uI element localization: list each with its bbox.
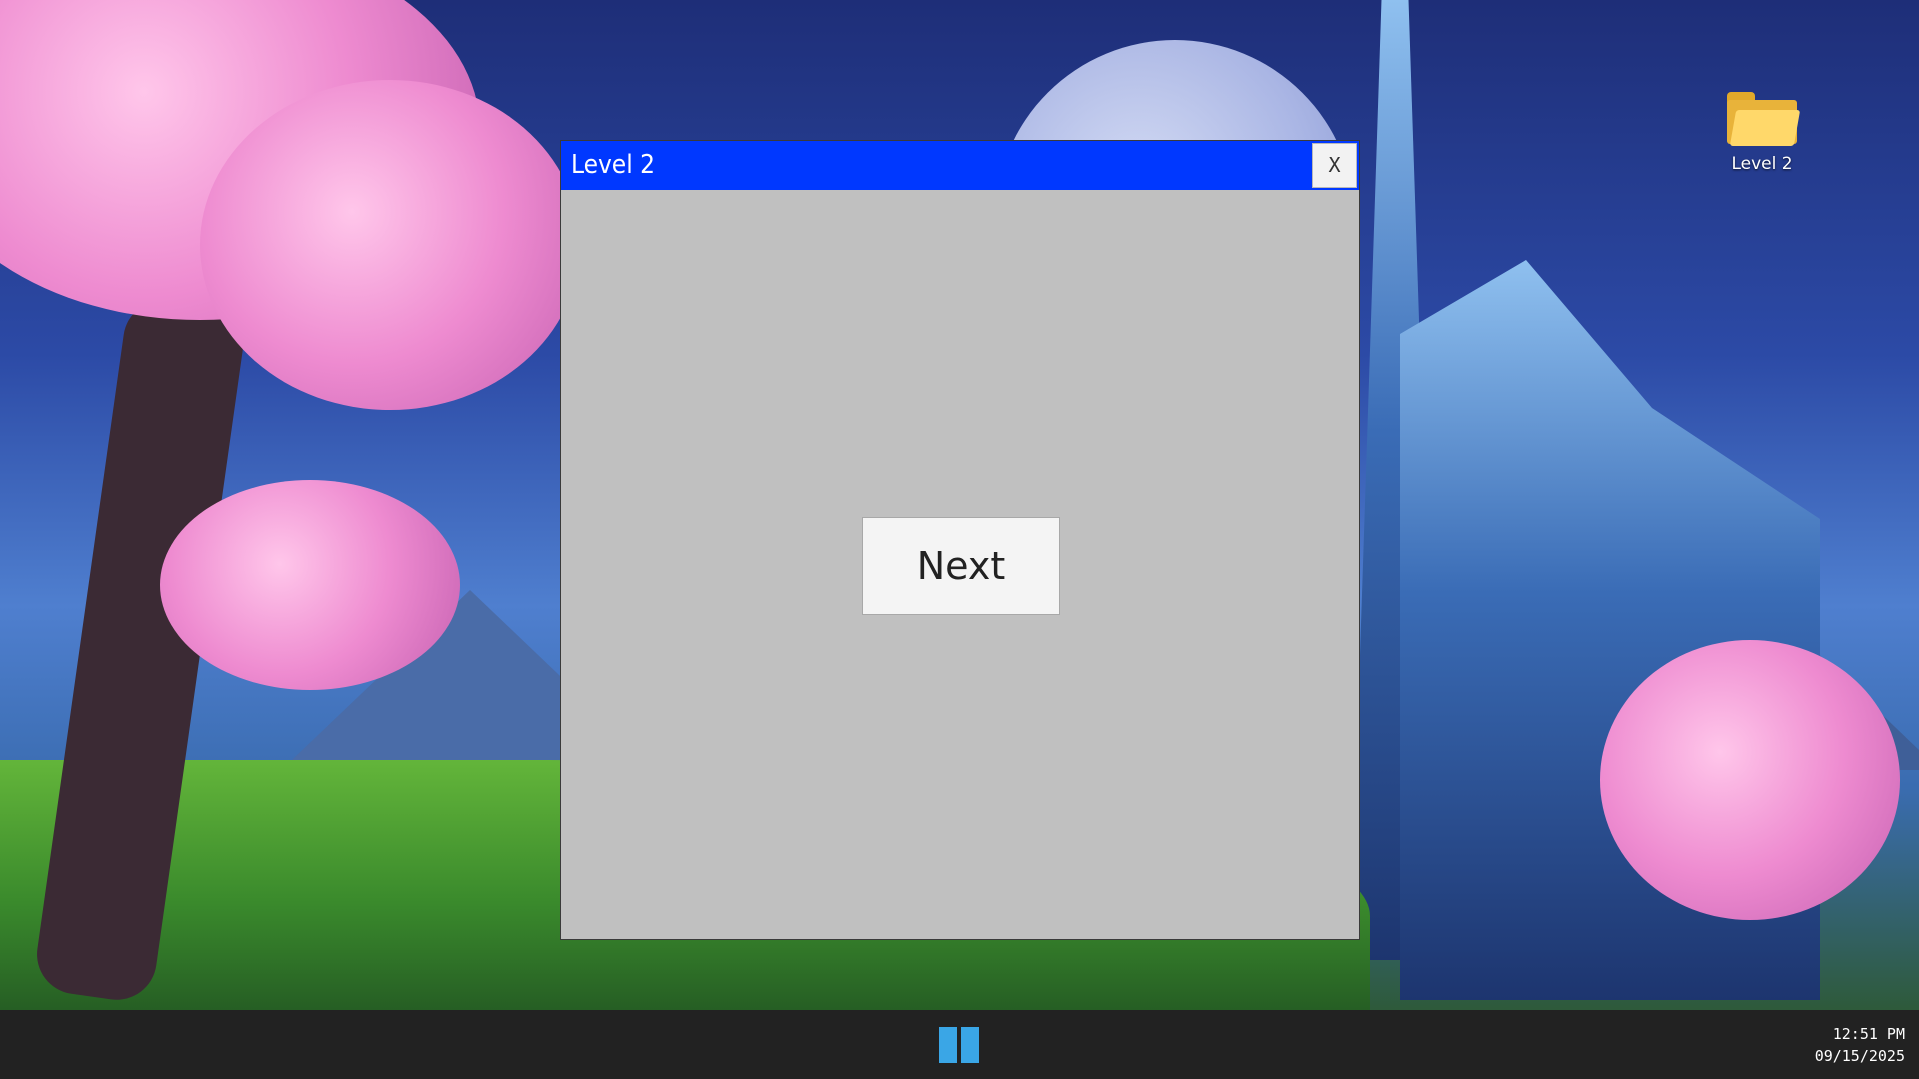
level-window: Level 2 X Next	[560, 140, 1360, 940]
window-title: Level 2	[571, 150, 656, 180]
clock-date: 09/15/2025	[1814, 1047, 1905, 1065]
taskbar-clock: 12:51 PM 09/15/2025	[1815, 1023, 1905, 1067]
window-titlebar[interactable]: Level 2 X	[561, 141, 1359, 190]
blossom-decoration-right	[1600, 640, 1900, 920]
desktop-icon-label: Level 2	[1731, 154, 1793, 174]
folder-icon	[1727, 92, 1801, 146]
blossom-decoration-3	[160, 480, 460, 690]
taskbar: 12:51 PM 09/15/2025	[0, 1010, 1919, 1079]
close-button[interactable]: X	[1312, 143, 1357, 188]
start-button[interactable]	[939, 1027, 981, 1063]
next-button[interactable]: Next	[862, 517, 1060, 615]
desktop-icon-level-2[interactable]: Level 2	[1712, 92, 1812, 174]
clock-time: 12:51 PM	[1832, 1025, 1905, 1043]
desktop: Level 2 Level 2 X Next	[0, 0, 1919, 1010]
blossom-decoration-2	[200, 80, 580, 410]
